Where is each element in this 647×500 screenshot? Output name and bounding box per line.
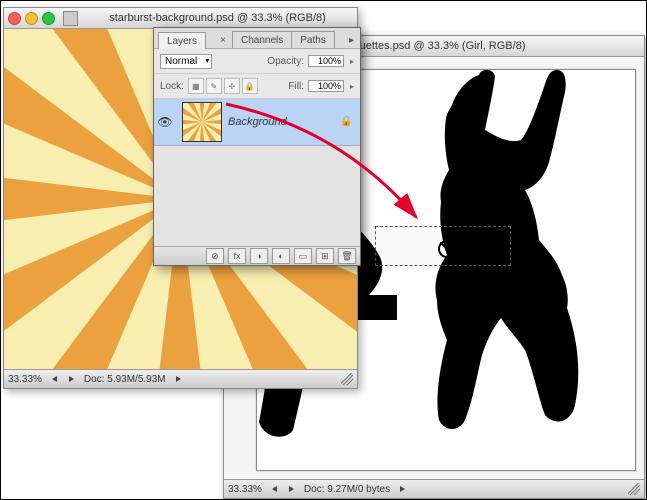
lock-label: Lock: bbox=[160, 81, 184, 92]
tab-paths[interactable]: Paths bbox=[291, 31, 335, 48]
doc-info: Doc: 9.27M/0 bytes bbox=[304, 484, 390, 495]
link-layers-icon[interactable]: ⊘ bbox=[206, 248, 224, 264]
nav-prev-icon[interactable] bbox=[52, 376, 57, 382]
blend-mode-dropdown[interactable]: Normal bbox=[160, 54, 212, 69]
panel-footer: ⊘ fx ◑ ◐ ▭ ⊞ 🗑 bbox=[154, 246, 360, 265]
fill-label: Fill: bbox=[288, 81, 304, 92]
window-controls bbox=[8, 12, 55, 25]
panel-menu-icon[interactable]: ▸ bbox=[347, 33, 356, 48]
layer-mask-icon[interactable]: ◑ bbox=[250, 248, 268, 264]
tab-layers[interactable]: Layers bbox=[158, 32, 206, 49]
layer-thumbnail[interactable] bbox=[182, 102, 222, 142]
proxy-icon bbox=[63, 11, 78, 26]
opacity-slider-icon[interactable]: ▸ bbox=[350, 57, 354, 66]
delete-layer-icon[interactable]: 🗑 bbox=[338, 248, 356, 264]
blend-row: Normal Opacity: 100% ▸ bbox=[154, 49, 360, 74]
info-menu-icon[interactable] bbox=[176, 376, 181, 382]
zoom-button[interactable] bbox=[42, 12, 55, 25]
zoom-level: 33.33% bbox=[228, 484, 262, 495]
status-bar: 33.33% Doc: 5.93M/5.93M bbox=[4, 369, 357, 388]
new-group-icon[interactable]: ▭ bbox=[294, 248, 312, 264]
lock-transparency-icon[interactable]: ▦ bbox=[188, 78, 204, 94]
resize-grip-icon[interactable] bbox=[341, 373, 353, 385]
zoom-level: 33.33% bbox=[8, 374, 42, 385]
layer-style-icon[interactable]: fx bbox=[228, 248, 246, 264]
lock-row: Lock: ▦ ✎ ✢ 🔒 Fill: 100% ▸ bbox=[154, 74, 360, 99]
visibility-toggle-icon[interactable]: 👁 bbox=[154, 115, 176, 129]
resize-grip-icon[interactable] bbox=[628, 483, 640, 495]
window-title: starburst-background.psd @ 33.3% (RGB/8) bbox=[82, 12, 353, 24]
panel-tabs: Layers × Channels Paths ▸ bbox=[154, 28, 360, 49]
nav-next-icon[interactable] bbox=[69, 376, 74, 382]
opacity-field[interactable]: 100% bbox=[308, 55, 344, 67]
no-drop-cursor-icon bbox=[438, 240, 456, 258]
opacity-label: Opacity: bbox=[267, 56, 304, 67]
nav-prev-icon[interactable] bbox=[272, 486, 277, 492]
lock-pixels-icon[interactable]: ✎ bbox=[206, 78, 222, 94]
lock-icons: ▦ ✎ ✢ 🔒 bbox=[188, 78, 258, 94]
fill-field[interactable]: 100% bbox=[308, 80, 344, 92]
instruction-arrow-icon bbox=[221, 99, 431, 229]
minimize-button[interactable] bbox=[25, 12, 38, 25]
lock-all-icon[interactable]: 🔒 bbox=[242, 78, 258, 94]
close-tab-icon[interactable]: × bbox=[218, 33, 228, 48]
new-layer-icon[interactable]: ⊞ bbox=[316, 248, 334, 264]
fill-slider-icon[interactable]: ▸ bbox=[350, 82, 354, 91]
doc-info: Doc: 5.93M/5.93M bbox=[84, 374, 166, 385]
titlebar[interactable]: starburst-background.psd @ 33.3% (RGB/8) bbox=[4, 8, 357, 29]
nav-next-icon[interactable] bbox=[289, 486, 294, 492]
lock-position-icon[interactable]: ✢ bbox=[224, 78, 240, 94]
status-bar: 33.33% Doc: 9.27M/0 bytes bbox=[224, 479, 644, 498]
close-button[interactable] bbox=[8, 12, 21, 25]
tab-channels[interactable]: Channels bbox=[232, 31, 292, 48]
info-menu-icon[interactable] bbox=[400, 486, 405, 492]
adjustment-layer-icon[interactable]: ◐ bbox=[272, 248, 290, 264]
